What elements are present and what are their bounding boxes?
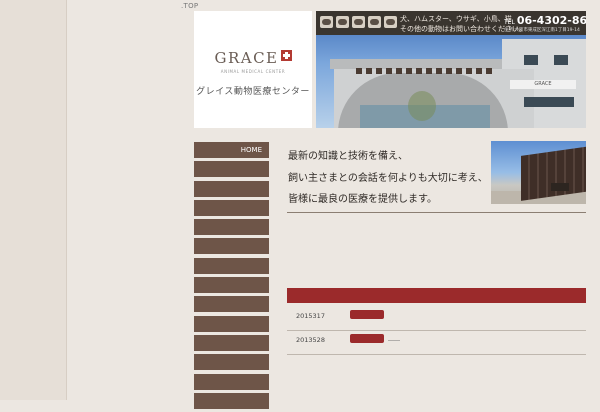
tagline-line: 飼い主さまとの会話を何よりも大切に考え、	[288, 172, 488, 184]
cross-icon	[280, 50, 292, 61]
hamster-icon	[336, 16, 349, 28]
photo-bench	[551, 183, 569, 191]
nav-item[interactable]	[194, 161, 269, 178]
nav-item[interactable]	[194, 238, 269, 255]
news-divider	[287, 354, 586, 355]
top-link[interactable]: .TOP	[181, 2, 198, 10]
logo-wordmark: GRACE	[194, 49, 312, 67]
nav-item[interactable]	[194, 334, 269, 351]
courtyard-photo	[491, 141, 586, 204]
cat-icon	[384, 16, 397, 28]
side-nav: HOME	[194, 142, 269, 412]
news-item[interactable]: 2015317	[296, 310, 586, 330]
site-logo[interactable]: GRACE ANIMAL MEDICAL CENTER グレイス動物医療センター	[194, 11, 312, 128]
rabbit-icon	[352, 16, 365, 28]
divider	[287, 212, 586, 213]
tagline-line: 最新の知識と技術を備え、	[288, 151, 408, 162]
nav-item[interactable]	[194, 199, 269, 216]
nav-item[interactable]	[194, 219, 269, 236]
header-photo: GRACE 犬、ハムスター、ウサギ、小鳥、猫 その他の動物はお問い合わせください…	[316, 11, 586, 128]
nav-item[interactable]	[194, 296, 269, 313]
tree	[408, 91, 436, 121]
nav-item[interactable]	[194, 315, 269, 332]
phone-number[interactable]: TEL06-4302-8661	[504, 14, 586, 27]
building-window	[554, 55, 568, 65]
nav-item[interactable]	[194, 277, 269, 294]
news-date: 2013528	[296, 336, 325, 344]
left-background-strip	[0, 0, 67, 400]
contact-band: 犬、ハムスター、ウサギ、小鳥、猫 その他の動物はお問い合わせください。 TEL 0…	[316, 11, 586, 35]
news-text: ――	[388, 337, 400, 344]
nav-item[interactable]	[194, 354, 269, 371]
logo-subtitle: ANIMAL MEDICAL CENTER	[220, 69, 286, 74]
nav-item[interactable]	[194, 257, 269, 274]
dog-icon	[320, 16, 333, 28]
animals-info: 犬、ハムスター、ウサギ、小鳥、猫	[400, 15, 512, 23]
nav-item-home[interactable]: HOME	[194, 142, 269, 158]
nav-item[interactable]	[194, 392, 269, 409]
nav-item[interactable]	[194, 373, 269, 390]
photo-fence	[521, 146, 586, 201]
news-tag	[350, 334, 384, 343]
logo-name-jp: グレイス動物医療センター	[196, 87, 310, 97]
nav-item[interactable]	[194, 180, 269, 197]
tagline-line: 皆様に最良の医療を提供します。	[288, 194, 437, 205]
news-divider	[287, 330, 586, 331]
news-date: 2015317	[296, 312, 325, 320]
address: 住所 大阪市東成区深江南1丁目19-14	[504, 28, 580, 33]
news-tag	[350, 310, 384, 319]
building-window	[524, 97, 574, 107]
news-header-bar	[287, 288, 586, 303]
building-railing	[356, 68, 496, 74]
building-window	[524, 55, 538, 65]
tagline: 最新の知識と技術を備え、 飼い主さまとの会話を何よりも大切に考え、 皆様に最良の…	[288, 146, 488, 211]
news-item[interactable]: 2013528 ――	[296, 334, 586, 354]
building-sign: GRACE	[510, 80, 576, 89]
bird-icon	[368, 16, 381, 28]
